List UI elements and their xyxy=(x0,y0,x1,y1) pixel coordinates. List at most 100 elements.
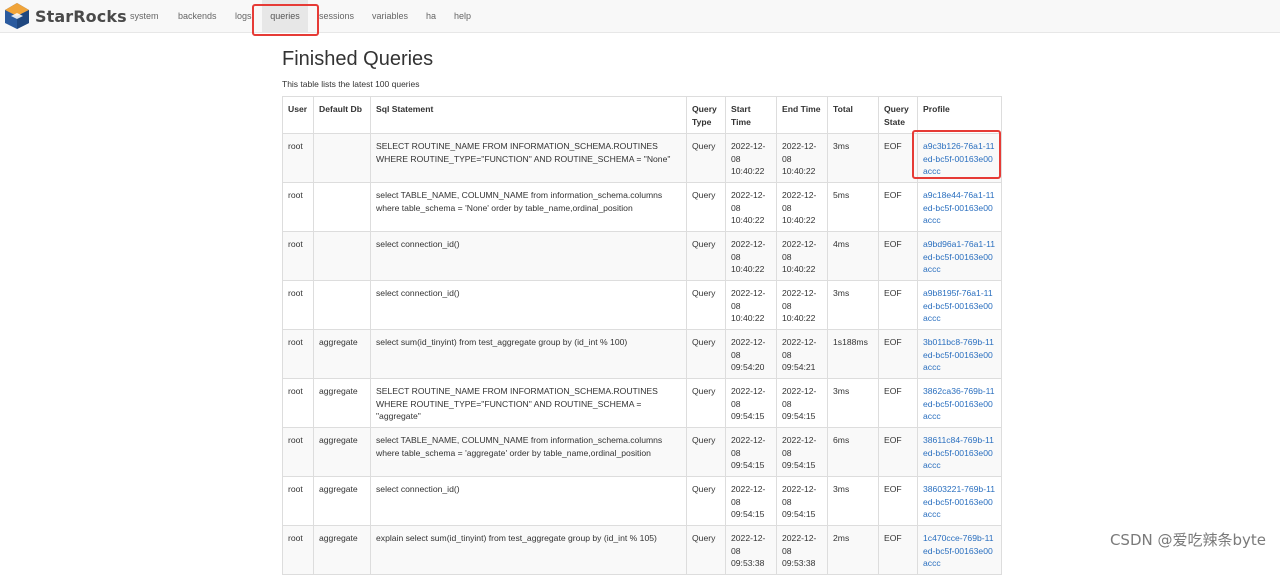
column-header: Default Db xyxy=(313,96,371,134)
cell-sql-statement: select connection_id() xyxy=(370,280,687,330)
cell-query-type: Query xyxy=(686,525,726,575)
cell-query-type: Query xyxy=(686,231,726,281)
brand-name: StarRocks xyxy=(35,6,127,26)
profile-link[interactable]: a9bd96a1-76a1-11ed-bc5f-00163e00accc xyxy=(923,239,995,274)
cell-default-db xyxy=(313,133,371,183)
cell-query-state: EOF xyxy=(878,525,918,575)
profile-link[interactable]: 1c470cce-769b-11ed-bc5f-00163e00accc xyxy=(923,533,994,568)
table-row: root aggregate SELECT ROUTINE_NAME FROM IN… xyxy=(282,378,1002,428)
cell-end-time: 2022-12-08 10:40:22 xyxy=(776,133,828,183)
cell-query-type: Query xyxy=(686,133,726,183)
cell-start-time: 2022-12-08 09:53:38 xyxy=(725,525,777,575)
cell-default-db: aggregate xyxy=(313,476,371,526)
column-header: Start Time xyxy=(725,96,777,134)
profile-link[interactable]: a9c3b126-76a1-11ed-bc5f-00163e00accc xyxy=(923,141,995,176)
cell-total: 4ms xyxy=(827,231,879,281)
cell-profile: a9bd96a1-76a1-11ed-bc5f-00163e00accc xyxy=(917,231,1002,281)
nav-system[interactable]: system xyxy=(130,0,159,32)
cell-default-db xyxy=(313,182,371,232)
cell-query-type: Query xyxy=(686,476,726,526)
table-row: root aggregate explain select sum(id_tinyi… xyxy=(282,525,1002,575)
cell-start-time: 2022-12-08 09:54:15 xyxy=(725,476,777,526)
watermark: CSDN @爱吃辣条byte xyxy=(1109,531,1266,549)
cell-total: 6ms xyxy=(827,427,879,477)
table-row: root aggregate select sum(id_tinyint) from… xyxy=(282,329,1002,379)
nav-help[interactable]: help xyxy=(454,0,471,32)
cell-start-time: 2022-12-08 09:54:15 xyxy=(725,378,777,428)
nav-variables[interactable]: variables xyxy=(372,0,408,32)
table-header-row: User Default Db Sql Statement Query Type… xyxy=(282,96,1002,134)
cell-query-state: EOF xyxy=(878,133,918,183)
profile-link[interactable]: 3b011bc8-769b-11ed-bc5f-00163e00accc xyxy=(923,337,994,372)
cell-user: root xyxy=(282,231,314,281)
column-header: Total xyxy=(827,96,879,134)
cell-user: root xyxy=(282,525,314,575)
cell-query-type: Query xyxy=(686,427,726,477)
table-row: root SELECT ROUTINE_NAME FROM INFORMATION… xyxy=(282,133,1002,183)
cell-profile: a9c3b126-76a1-11ed-bc5f-00163e00accc xyxy=(917,133,1002,183)
cell-total: 3ms xyxy=(827,378,879,428)
cell-start-time: 2022-12-08 10:40:22 xyxy=(725,133,777,183)
cell-query-type: Query xyxy=(686,329,726,379)
cell-start-time: 2022-12-08 10:40:22 xyxy=(725,182,777,232)
cell-total: 1s188ms xyxy=(827,329,879,379)
page-subtitle: This table lists the latest 100 queries xyxy=(282,79,420,89)
cell-start-time: 2022-12-08 09:54:20 xyxy=(725,329,777,379)
brand[interactable]: StarRocks xyxy=(3,2,127,30)
table-row: root select connection_id() Query 2022-12-0… xyxy=(282,231,1002,281)
nav-queries[interactable]: queries xyxy=(262,0,308,32)
cell-query-state: EOF xyxy=(878,476,918,526)
nav-sessions[interactable]: sessions xyxy=(319,0,354,32)
cell-query-state: EOF xyxy=(878,329,918,379)
cell-profile: a9b8195f-76a1-11ed-bc5f-00163e00accc xyxy=(917,280,1002,330)
nav-logs[interactable]: logs xyxy=(235,0,252,32)
profile-link[interactable]: a9b8195f-76a1-11ed-bc5f-00163e00accc xyxy=(923,288,993,323)
cell-user: root xyxy=(282,378,314,428)
cell-user: root xyxy=(282,133,314,183)
cell-profile: 38603221-769b-11ed-bc5f-00163e00accc xyxy=(917,476,1002,526)
cell-start-time: 2022-12-08 09:54:15 xyxy=(725,427,777,477)
cell-sql-statement: select sum(id_tinyint) from test_aggrega… xyxy=(370,329,687,379)
cell-end-time: 2022-12-08 10:40:22 xyxy=(776,231,828,281)
cell-end-time: 2022-12-08 09:54:15 xyxy=(776,427,828,477)
cell-query-state: EOF xyxy=(878,427,918,477)
cell-user: root xyxy=(282,182,314,232)
table-row: root aggregate select TABLE_NAME, COLUMN_N… xyxy=(282,427,1002,477)
cell-end-time: 2022-12-08 09:54:15 xyxy=(776,476,828,526)
cell-total: 5ms xyxy=(827,182,879,232)
cell-profile: 3b011bc8-769b-11ed-bc5f-00163e00accc xyxy=(917,329,1002,379)
column-header: Profile xyxy=(917,96,1002,134)
column-header: Query State xyxy=(878,96,918,134)
profile-link[interactable]: 38611c84-769b-11ed-bc5f-00163e00accc xyxy=(923,435,994,470)
profile-link[interactable]: 38603221-769b-11ed-bc5f-00163e00accc xyxy=(923,484,995,519)
profile-link[interactable]: 3862ca36-769b-11ed-bc5f-00163e00accc xyxy=(923,386,995,421)
cell-default-db: aggregate xyxy=(313,525,371,575)
cell-total: 3ms xyxy=(827,476,879,526)
cell-end-time: 2022-12-08 09:54:15 xyxy=(776,378,828,428)
nav-backends[interactable]: backends xyxy=(178,0,217,32)
cell-start-time: 2022-12-08 10:40:22 xyxy=(725,280,777,330)
cell-profile: 3862ca36-769b-11ed-bc5f-00163e00accc xyxy=(917,378,1002,428)
cell-user: root xyxy=(282,280,314,330)
column-header: Sql Statement xyxy=(370,96,687,134)
cell-query-state: EOF xyxy=(878,378,918,428)
cell-sql-statement: explain select sum(id_tinyint) from test… xyxy=(370,525,687,575)
cell-user: root xyxy=(282,329,314,379)
column-header: Query Type xyxy=(686,96,726,134)
cell-user: root xyxy=(282,476,314,526)
cell-end-time: 2022-12-08 09:53:38 xyxy=(776,525,828,575)
profile-link[interactable]: a9c18e44-76a1-11ed-bc5f-00163e00accc xyxy=(923,190,995,225)
starrocks-logo-icon xyxy=(5,3,29,29)
finished-queries-table: User Default Db Sql Statement Query Type… xyxy=(282,96,1002,575)
column-header: End Time xyxy=(776,96,828,134)
cell-end-time: 2022-12-08 10:40:22 xyxy=(776,280,828,330)
cell-end-time: 2022-12-08 10:40:22 xyxy=(776,182,828,232)
cell-total: 2ms xyxy=(827,525,879,575)
page-title: Finished Queries xyxy=(282,48,434,70)
table-row: root aggregate select connection_id() Query… xyxy=(282,476,1002,526)
cell-query-state: EOF xyxy=(878,231,918,281)
cell-query-type: Query xyxy=(686,378,726,428)
nav-ha[interactable]: ha xyxy=(426,0,436,32)
cell-end-time: 2022-12-08 09:54:21 xyxy=(776,329,828,379)
table-row: root select connection_id() Query 2022-12-0… xyxy=(282,280,1002,330)
